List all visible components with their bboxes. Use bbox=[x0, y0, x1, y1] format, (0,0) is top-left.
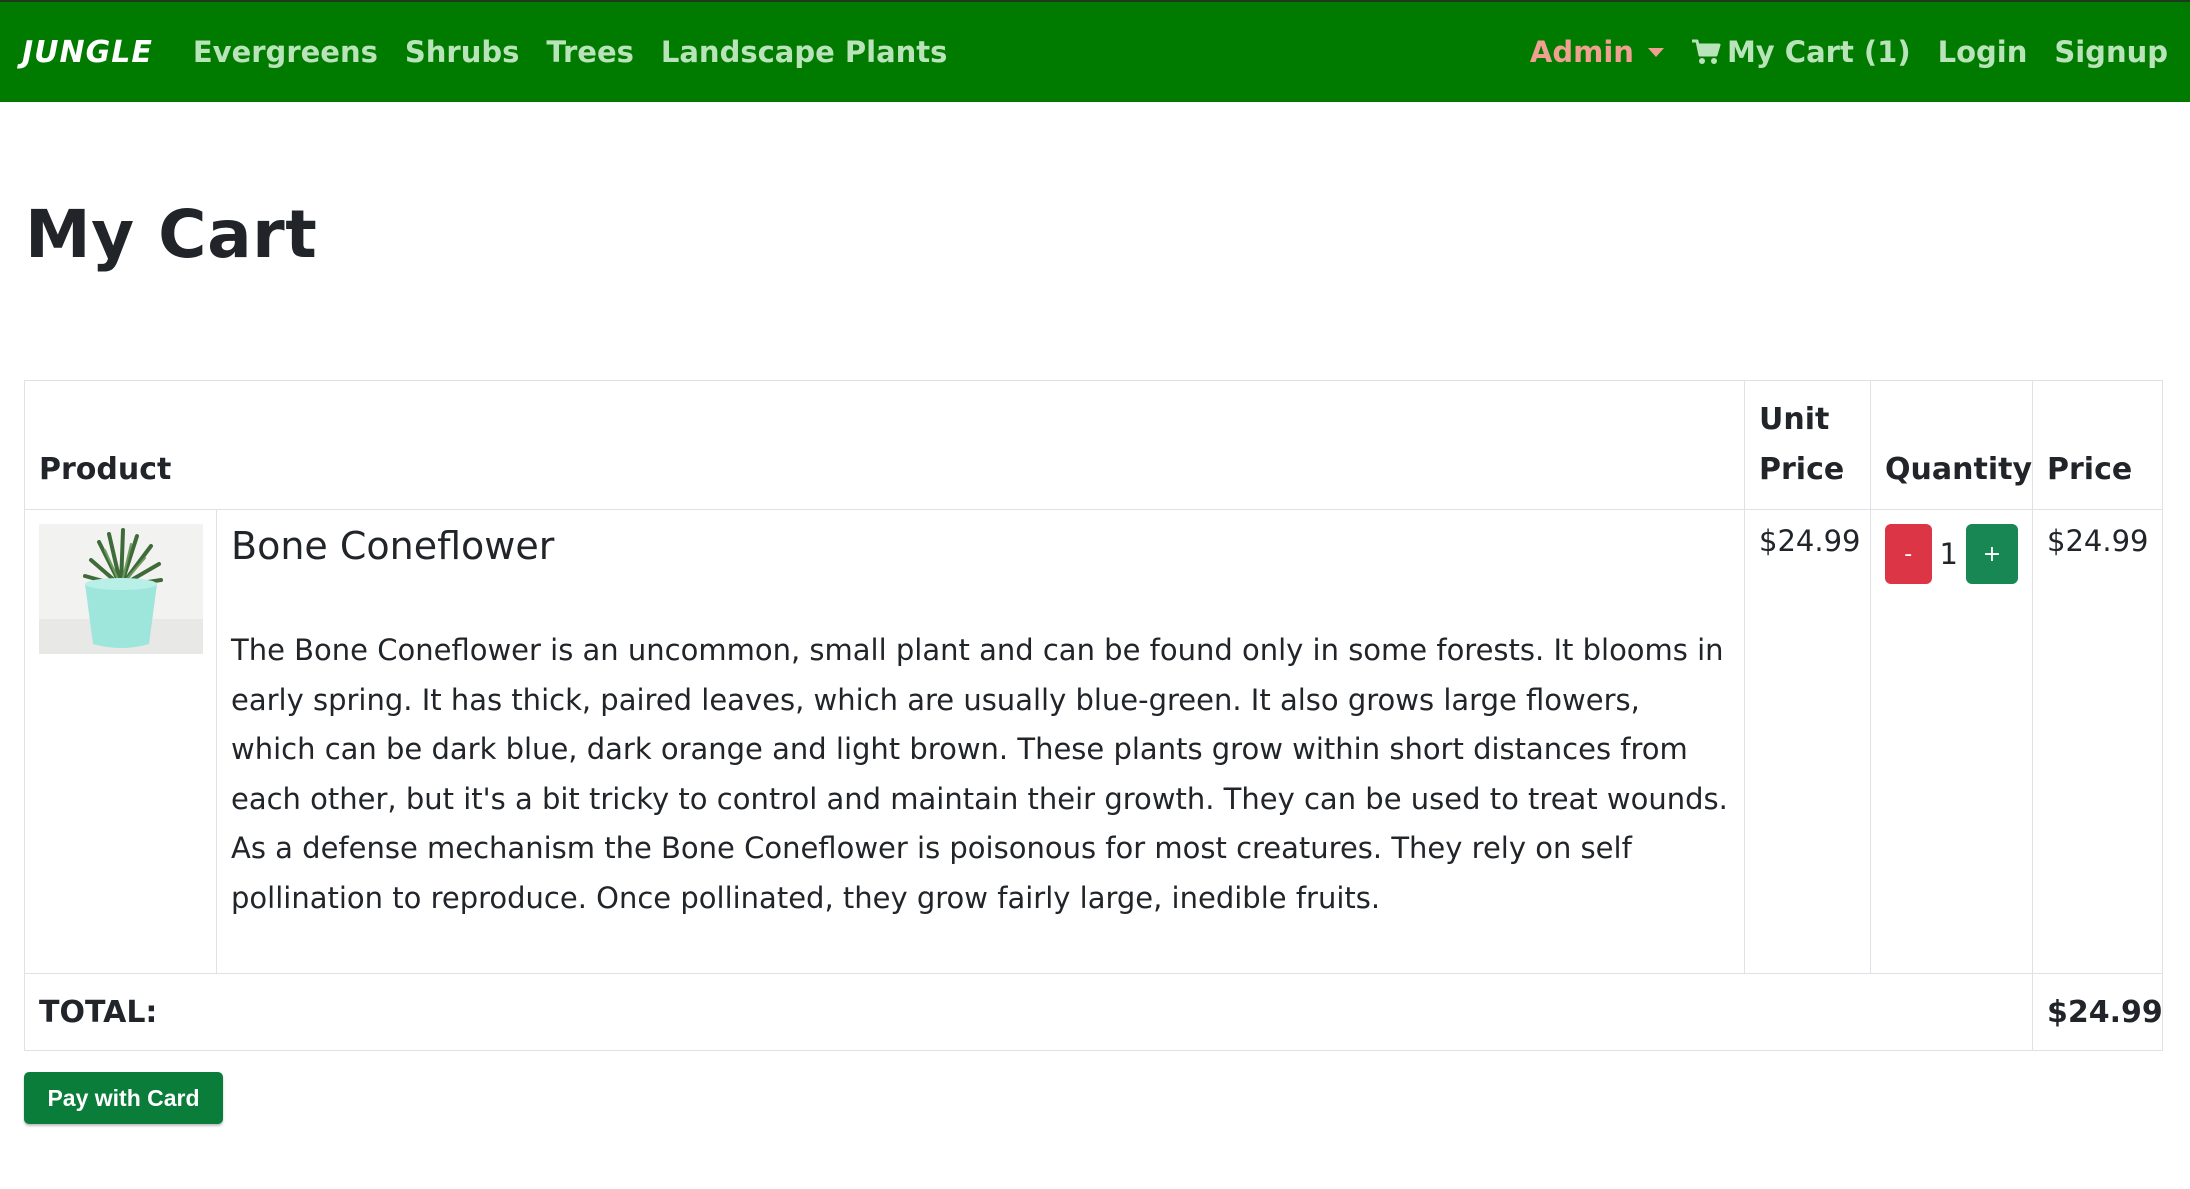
nav-left: JUNGLE Evergreens Shrubs Trees Landscape… bbox=[22, 35, 974, 70]
table-row: Bone Coneflower The Bone Coneflower is a… bbox=[24, 509, 2164, 974]
product-description: The Bone Coneflower is an uncommon, smal… bbox=[231, 633, 1728, 915]
header-unit-price-line2: Price bbox=[1759, 452, 1845, 487]
product-name[interactable]: Bone Coneflower bbox=[231, 524, 1730, 568]
header-quantity: Quantity bbox=[1870, 380, 2034, 510]
nav-link-evergreens[interactable]: Evergreens bbox=[193, 35, 378, 69]
cart-table: Product Unit Price Quantity Price Bone C… bbox=[23, 380, 2164, 1051]
nav-link-trees[interactable]: Trees bbox=[546, 35, 634, 69]
brand-logo[interactable]: JUNGLE bbox=[22, 35, 153, 70]
quantity-stepper: - 1 + bbox=[1885, 524, 2019, 584]
potted-plant-icon bbox=[39, 524, 203, 654]
total-label: TOTAL: bbox=[23, 973, 2034, 1051]
page-title: My Cart bbox=[25, 196, 318, 273]
header-price: Price bbox=[2032, 380, 2164, 510]
nav-link-landscape-plants[interactable]: Landscape Plants bbox=[661, 35, 948, 69]
unit-price-cell: $24.99 bbox=[1744, 509, 1872, 974]
nav-link-shrubs[interactable]: Shrubs bbox=[405, 35, 520, 69]
header-product: Product bbox=[23, 380, 1746, 510]
navbar: JUNGLE Evergreens Shrubs Trees Landscape… bbox=[0, 0, 2190, 102]
increase-quantity-button[interactable]: + bbox=[1965, 524, 2019, 584]
pay-with-card-button[interactable]: Pay with Card bbox=[24, 1072, 223, 1124]
cart-icon bbox=[1691, 39, 1721, 64]
login-link[interactable]: Login bbox=[1938, 35, 2028, 69]
product-details-cell: Bone Coneflower The Bone Coneflower is a… bbox=[215, 509, 1746, 974]
header-unit-price-line1: Unit bbox=[1759, 402, 1830, 437]
chevron-down-icon bbox=[1647, 47, 1664, 57]
header-unit-price: Unit Price bbox=[1744, 380, 1872, 510]
decrease-quantity-button[interactable]: - bbox=[1885, 524, 1932, 584]
product-thumbnail-cell bbox=[24, 509, 217, 974]
admin-label: Admin bbox=[1529, 35, 1634, 69]
cart-label: My Cart (1) bbox=[1726, 35, 1911, 69]
product-thumbnail[interactable] bbox=[39, 524, 203, 654]
total-value: $24.99 bbox=[2032, 973, 2164, 1051]
cart-link[interactable]: My Cart (1) bbox=[1691, 35, 1911, 69]
table-header-row: Product Unit Price Quantity Price bbox=[23, 380, 2164, 510]
admin-dropdown[interactable]: Admin bbox=[1530, 35, 1664, 69]
total-row: TOTAL: $24.99 bbox=[23, 973, 2164, 1051]
signup-link[interactable]: Signup bbox=[2054, 35, 2168, 69]
quantity-cell: - 1 + bbox=[1870, 509, 2034, 974]
price-cell: $24.99 bbox=[2032, 509, 2164, 974]
quantity-value: 1 bbox=[1939, 537, 1958, 571]
nav-right: Admin My Cart (1) Login Signup bbox=[1503, 35, 2168, 69]
